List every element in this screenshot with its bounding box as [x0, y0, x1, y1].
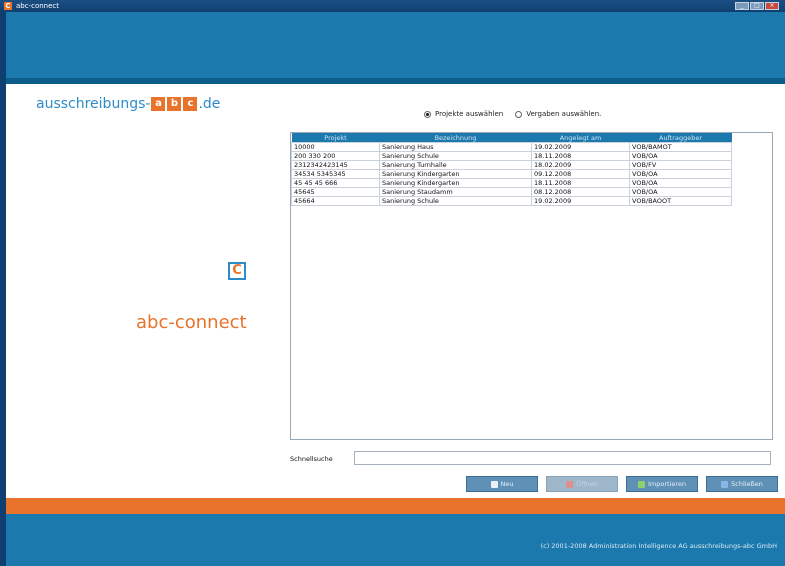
new-button-label: Neu [500, 480, 514, 488]
radio-dot-icon [515, 110, 523, 118]
cell-auftraggeber: VOB/OA [629, 187, 732, 197]
radio-dot-icon [424, 110, 431, 118]
import-button-label: Importieren [647, 480, 687, 488]
minimize-icon[interactable]: _ [735, 2, 749, 10]
search-label: Schnellsuche [290, 455, 333, 463]
search-input[interactable] [354, 451, 771, 465]
cell-bezeichnung: Sanierung Kindergarten [379, 178, 532, 188]
header-band [6, 12, 785, 84]
cell-angelegt: 19.02.2009 [531, 142, 630, 152]
abc-connect-logo-icon: C [228, 262, 246, 280]
cell-bezeichnung: Sanierung Schule [379, 151, 532, 161]
new-icon [490, 480, 498, 488]
window-title: abc-connect [16, 2, 60, 10]
column-header-projekt[interactable]: Projekt [291, 133, 380, 143]
radio-projekte-label: Projekte auswählen [435, 110, 504, 118]
cell-angelegt: 18.11.2008 [531, 178, 630, 188]
new-button[interactable]: Neu [466, 476, 538, 492]
table-row[interactable]: 34534 5345345 Sanierung Kindergarten 09.12… [291, 169, 732, 179]
open-button[interactable]: Öffnen [546, 476, 618, 492]
table-row[interactable]: 45664 Sanierung Schule 19.02.2009 VOB/BAOOT [291, 196, 732, 206]
table-row[interactable]: 200 330 200 Sanierung Schule 18.11.2008 VOB… [291, 151, 732, 161]
radio-projekte[interactable]: Projekte auswählen [424, 110, 503, 118]
table-row[interactable]: 2312342423145 Sanierung Turnhalle 18.02.20… [291, 160, 732, 170]
main-content: ausschreibungs- a b c .de C abc-connect … [6, 84, 785, 498]
close-button-label: Schließen [731, 480, 763, 488]
cell-auftraggeber: VOB/FV [629, 160, 732, 170]
app-name: abc-connect [136, 312, 247, 333]
radio-vergaben-label: Vergaben auswählen. [526, 110, 602, 118]
cell-auftraggeber: VOB/OA [629, 169, 732, 179]
cell-projekt: 200 330 200 [291, 151, 380, 161]
cell-bezeichnung: Sanierung Haus [379, 142, 532, 152]
quick-search: Schnellsuche [290, 451, 773, 467]
brand-prefix: ausschreibungs- [36, 96, 151, 112]
close-icon[interactable]: × [765, 2, 779, 10]
cell-projekt: 10000 [291, 142, 380, 152]
footer-accent-line [6, 498, 785, 514]
action-buttons: Neu Öffnen Importieren Schließen [466, 476, 778, 492]
footer-band: (c) 2001-2008 Administration Intelligenc… [6, 498, 785, 566]
app-icon: C [4, 2, 12, 10]
delete-icon [566, 480, 574, 488]
brand-suffix: .de [198, 96, 221, 112]
radio-vergaben[interactable]: Vergaben auswählen. [515, 110, 601, 118]
cell-auftraggeber: VOB/BAOOT [629, 196, 732, 206]
import-icon [637, 480, 645, 488]
cell-angelegt: 18.02.2009 [531, 160, 630, 170]
cell-angelegt: 19.02.2009 [531, 196, 630, 206]
maximize-icon[interactable]: □ [750, 2, 764, 10]
brand-logo: ausschreibungs- a b c .de [36, 96, 220, 112]
brand-box-a: a [151, 97, 166, 111]
title-bar[interactable]: C abc-connect _ □ × [0, 0, 785, 12]
column-header-auftraggeber[interactable]: Auftraggeber [629, 133, 732, 143]
cell-bezeichnung: Sanierung Schule [379, 196, 532, 206]
column-header-angelegt[interactable]: Angelegt am [531, 133, 630, 143]
cell-projekt: 45 45 45 666 [291, 178, 380, 188]
close-icon [721, 480, 729, 488]
cell-projekt: 34534 5345345 [291, 169, 380, 179]
cell-auftraggeber: VOB/BAMOT [629, 142, 732, 152]
table-row[interactable]: 45 45 45 666 Sanierung Kindergarten 18.11.… [291, 178, 732, 188]
copyright-text: (c) 2001-2008 Administration Intelligenc… [540, 542, 777, 550]
cell-angelegt: 18.11.2008 [531, 151, 630, 161]
app-window: C abc-connect _ □ × ausschreibungs- a b … [0, 0, 785, 566]
import-button[interactable]: Importieren [626, 476, 698, 492]
cell-auftraggeber: VOB/OA [629, 178, 732, 188]
brand-box-b: b [167, 97, 182, 111]
cell-bezeichnung: Sanierung Turnhalle [379, 160, 532, 170]
cell-bezeichnung: Sanierung Staudamm [379, 187, 532, 197]
cell-projekt: 45664 [291, 196, 380, 206]
projects-table[interactable]: Projekt Bezeichnung Angelegt am Auftragg… [290, 132, 773, 440]
cell-projekt: 2312342423145 [291, 160, 380, 170]
table-row[interactable]: 45645 Sanierung Staudamm 08.12.2008 VOB/OA [291, 187, 732, 197]
cell-angelegt: 09.12.2008 [531, 169, 630, 179]
window-controls: _ □ × [735, 2, 779, 10]
open-button-label: Öffnen [576, 480, 598, 488]
cell-bezeichnung: Sanierung Kindergarten [379, 169, 532, 179]
close-button[interactable]: Schließen [706, 476, 778, 492]
table-row[interactable]: 10000 Sanierung Haus 19.02.2009 VOB/BAMOT [291, 142, 732, 152]
selection-radios: Projekte auswählen Vergaben auswählen. [424, 110, 601, 118]
cell-projekt: 45645 [291, 187, 380, 197]
brand-box-c: c [183, 97, 198, 111]
cell-auftraggeber: VOB/OA [629, 151, 732, 161]
cell-angelegt: 08.12.2008 [531, 187, 630, 197]
column-header-bezeichnung[interactable]: Bezeichnung [379, 133, 532, 143]
